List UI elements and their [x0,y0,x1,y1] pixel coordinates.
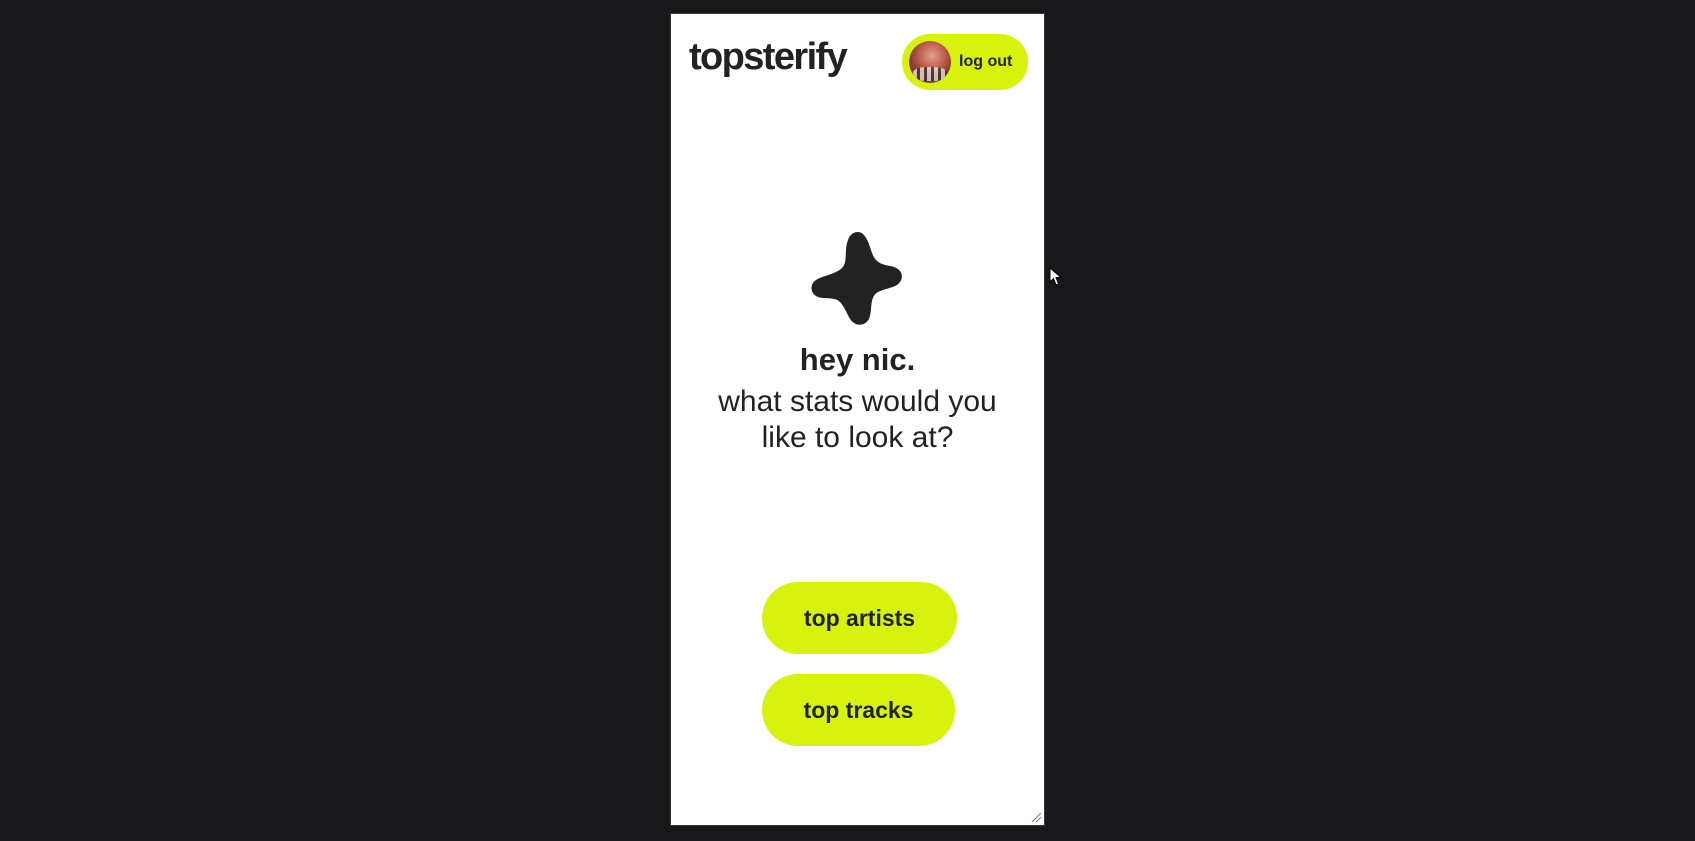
top-tracks-button[interactable]: top tracks [762,674,955,746]
resize-grip-icon[interactable] [1030,811,1042,823]
app-window: topsterify log out hey nic. what stats w… [670,13,1045,826]
logout-button[interactable]: log out [902,34,1028,90]
app-logo[interactable]: topsterify [689,38,848,76]
greeting-heading: hey nic. [799,342,916,377]
mouse-cursor-icon [1049,267,1063,286]
star-icon [811,232,902,325]
desktop-background: topsterify log out hey nic. what stats w… [0,0,1695,841]
hero: hey nic. what stats would you like to lo… [671,228,1044,456]
avatar [909,41,951,83]
top-artists-button[interactable]: top artists [762,582,957,654]
prompt-text: what stats would you like to look at? [718,384,997,454]
header: topsterify log out [671,14,1044,114]
logout-label: log out [959,53,1013,70]
